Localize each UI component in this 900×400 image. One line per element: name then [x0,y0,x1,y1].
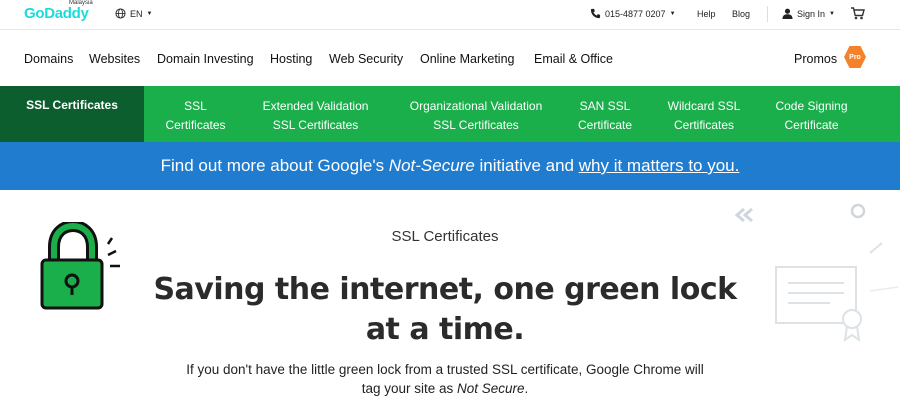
subnav-organizational-validation[interactable]: Organizational Validation SSL Certificat… [395,97,557,135]
banner-emphasis: Not-Secure [388,156,475,175]
nav-online-marketing[interactable]: Online Marketing [420,52,515,66]
language-label: EN [130,8,143,19]
subnav-label: SSL [184,99,207,113]
divider [767,6,768,22]
user-icon [782,8,793,19]
sign-in-label: Sign In [797,8,826,19]
hero-body-emphasis: Not Secure [457,381,525,396]
phone-icon [590,8,601,19]
nav-web-security[interactable]: Web Security [329,52,403,66]
nav-email-office[interactable]: Email & Office [534,52,613,66]
utility-bar: GoDaddy Malaysia EN ▼ 015-4877 0207 ▼ He… [0,0,900,30]
blog-link[interactable]: Blog [732,9,750,19]
nav-promos[interactable]: Promos [794,52,837,66]
subnav-label: SSL Certificates [26,98,118,112]
subnav-ssl[interactable]: SSL Certificates [148,97,243,135]
subnav-label: Code Signing [775,99,848,113]
banner-link[interactable]: why it matters to you. [579,156,740,175]
chevron-down-icon: ▼ [669,10,676,17]
logo-region: Malaysia [69,0,93,6]
subnav-label: Certificates [165,118,226,132]
globe-icon [115,8,126,19]
banner-text: Find out more about Google's [160,156,389,175]
subnav-label: Wildcard SSL [667,99,741,113]
nav-domain-investing[interactable]: Domain Investing [157,52,254,66]
nav-websites[interactable]: Websites [89,52,140,66]
sign-in-button[interactable]: Sign In ▼ [782,8,835,19]
subnav-label: SAN SSL [579,99,631,113]
nav-domains[interactable]: Domains [24,52,73,66]
cart-icon [851,7,865,20]
subnav-code-signing[interactable]: Code Signing Certificate [765,97,858,135]
help-link[interactable]: Help [697,9,716,19]
language-selector[interactable]: EN ▼ [115,8,152,19]
hero-body-line: If you don't have the little green lock … [186,362,704,377]
not-secure-banner: Find out more about Google's Not-Secure … [0,142,900,190]
subnav-label: SSL Certificates [433,118,519,132]
phone-selector[interactable]: 015-4877 0207 ▼ [590,8,676,19]
godaddy-logo[interactable]: GoDaddy [24,5,89,22]
nav-hosting[interactable]: Hosting [270,52,312,66]
certificate-illustration [734,203,899,343]
hero-body-line: tag your site as Not Secure. [0,379,890,398]
phone-number: 015-4877 0207 [605,8,666,19]
subnav-label: Extended Validation [262,99,369,113]
chevron-down-icon: ▼ [829,10,835,17]
promo-badge[interactable]: Pro [844,46,866,68]
subnav-extended-validation[interactable]: Extended Validation SSL Certificates [248,97,383,135]
chevron-down-icon: ▼ [146,10,153,17]
subnav-label: Organizational Validation [409,99,543,113]
subnav-label: SSL Certificates [272,118,359,132]
hero-body-text: tag your site as [361,381,457,396]
cart-button[interactable] [851,7,865,25]
main-nav: Domains Websites Domain Investing Hostin… [0,30,900,86]
banner-text: initiative and [474,156,579,175]
subnav-ssl-certificates[interactable]: SSL Certificates [0,96,144,115]
ssl-subnav: SSL Certificates SSL Certificates Extend… [0,86,900,142]
subnav-label: Certificates [673,118,735,132]
subnav-label: Certificate [577,118,633,132]
subnav-wildcard-ssl[interactable]: Wildcard SSL Certificates [659,97,749,135]
hero-description: If you don't have the little green lock … [0,360,890,398]
hero-body-text: . [524,381,529,396]
subnav-san-ssl[interactable]: SAN SSL Certificate [565,97,645,135]
subnav-label: Certificate [784,118,839,132]
